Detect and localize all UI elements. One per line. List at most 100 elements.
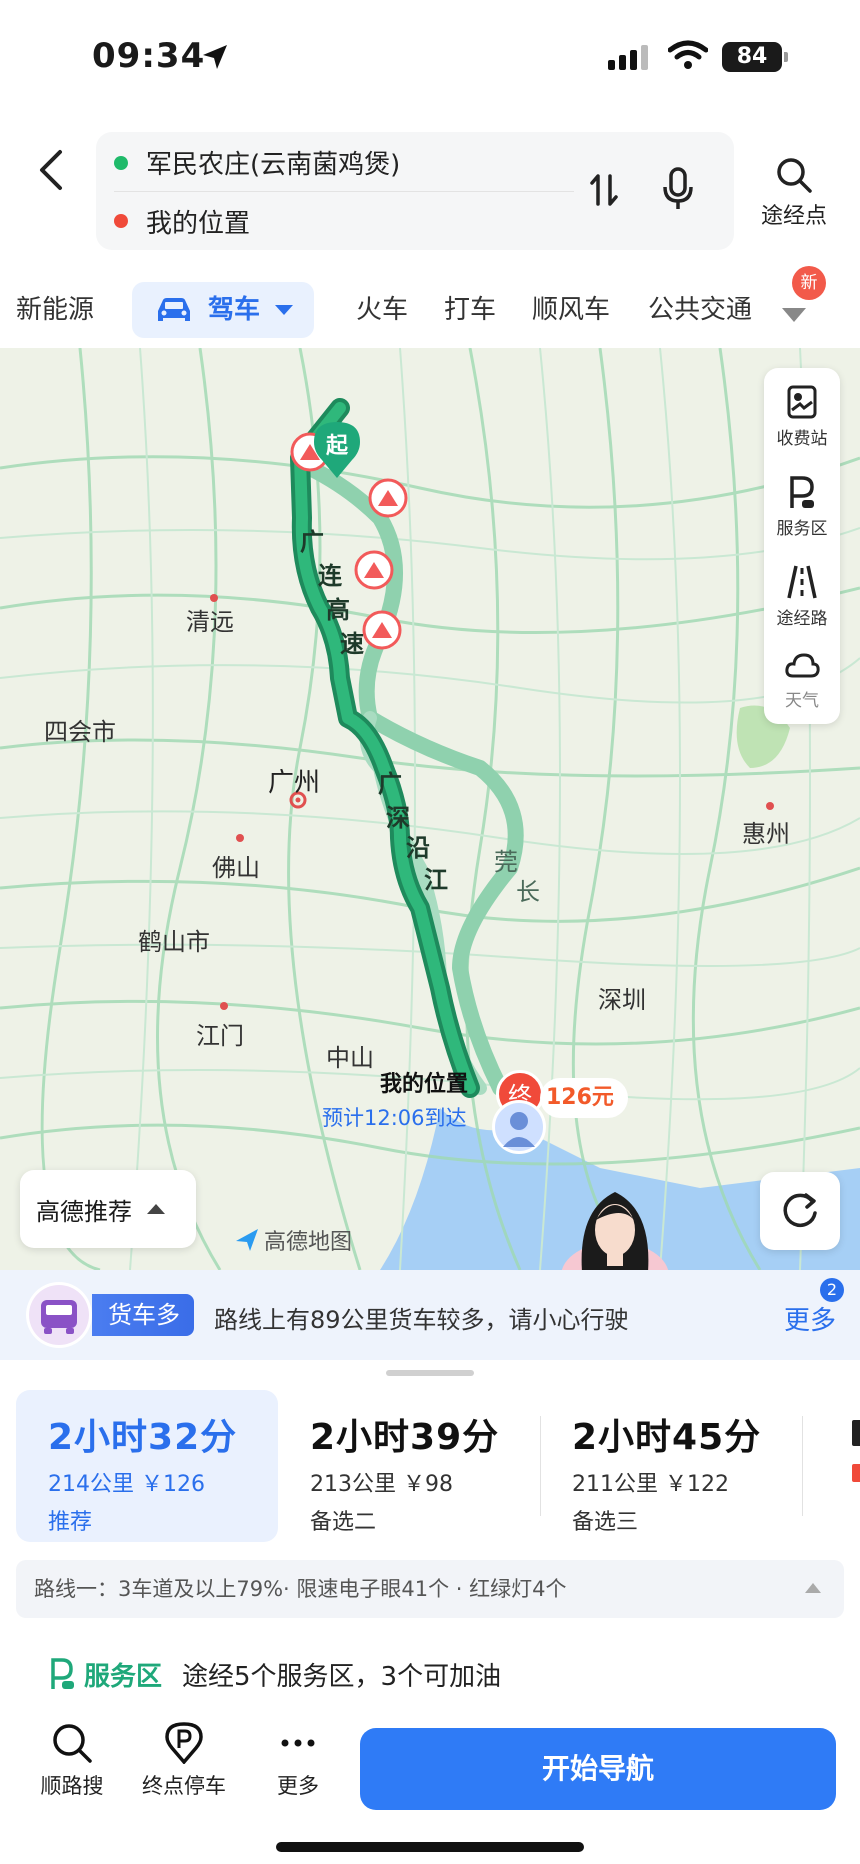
start-navigation-button[interactable]: 开始导航 [360,1728,836,1810]
city-label: 中山 [326,1044,374,1072]
route-road-label: 途经路 [776,609,828,629]
weather-button[interactable]: 天气 [764,650,840,711]
start-pin-label: 起 [325,434,348,459]
cellular-signal-icon [608,45,648,70]
assistant-portrait-icon [561,1192,669,1270]
city-label: 广州 [268,768,321,798]
destination-text: 我的位置 [146,208,251,239]
cloud-icon [785,653,820,678]
route-distance-cost: 213公里 ￥98 [310,1472,453,1497]
location-arrow-icon [203,45,227,69]
toll-station-button[interactable]: 收费站 [764,384,840,449]
tab-new-energy[interactable]: 新能源 [16,282,94,338]
refresh-icon [783,1193,817,1228]
city-label: 四会市 [44,718,116,746]
origin-text: 军民农庄(云南菌鸡煲) [146,150,401,180]
more-dots-icon [281,1739,315,1747]
route-input-box: 军民农庄(云南菌鸡煲) 我的位置 [96,132,734,250]
transport-mode-tabs: 新能源 驾车 火车 打车 顺风车 公共交通 [0,272,860,348]
tab-public-transit[interactable]: 公共交通 [648,282,752,338]
service-area-text: 途经5个服务区，3个可加油 [182,1661,502,1692]
add-waypoint-button[interactable]: 途经点 [754,156,834,236]
road-label: 高 [326,596,350,624]
tab-drive[interactable]: 驾车 [132,282,315,338]
route-distance-cost: 211公里 ￥122 [572,1472,729,1497]
card-divider [802,1416,803,1516]
tab-taxi[interactable]: 打车 [444,282,496,338]
road-label: 长 [516,878,540,906]
home-indicator [276,1842,584,1852]
swap-button[interactable] [582,168,626,212]
map-logo-text: 高德地图 [264,1230,353,1255]
route-duration: 2小时39分 [310,1417,500,1458]
more-options-button[interactable]: 更多 [250,1722,346,1800]
user-avatar-icon [503,1112,535,1147]
truck-warning-text: 路线上有89公里货车较多，请小心行驶 [214,1306,629,1334]
service-area-label: 服务区 [776,519,828,539]
wifi-icon [668,40,708,69]
route-summary-bar[interactable]: 路线一：3车道及以上79%· 限速电子眼41个 · 红绿灯4个 [16,1560,844,1618]
more-options-label: 更多 [277,1774,319,1798]
caret-up-icon [805,1583,821,1593]
battery-indicator: 84 [722,42,788,72]
parking-pin-icon [165,1722,203,1764]
truck-icon [26,1282,92,1348]
route-search-header: 军民农庄(云南菌鸡煲) 我的位置 途经点 [0,112,860,272]
truck-tag: 货车多 [92,1294,194,1336]
voice-assistant-avatar[interactable] [560,1180,670,1270]
weather-label: 天气 [785,691,819,711]
route-options-sheet: 2小时32分 214公里 ￥126 推荐 2小时39分 213公里 ￥98 备选… [0,1360,860,1708]
more-count-badge: 2 [820,1278,844,1302]
road-label: 莞 [494,848,518,876]
status-time: 09:34 [92,36,206,76]
route-road-button[interactable]: 途经路 [764,564,840,629]
caret-down-icon [275,305,294,315]
road-label: 江 [424,866,448,894]
search-along-route-label: 顺路搜 [40,1774,104,1798]
origin-field[interactable]: 军民农庄(云南菌鸡煲) [114,134,574,192]
route-option-card[interactable]: 2小时39分 213公里 ￥98 备选二 [278,1390,540,1542]
route-map[interactable]: 清远 四会市 广州 佛山 鹤山市 惠州 深圳 江门 中山 广 连 高 速 广 深… [0,348,860,1270]
toll-cost-tag: 126元 [540,1078,628,1118]
destination-parking-button[interactable]: 终点停车 [136,1722,232,1800]
voice-input-button[interactable] [656,164,700,214]
route-option-card[interactable]: 2小时45分 211公里 ￥122 备选三 [540,1390,802,1542]
route-distance-cost: 214公里 ￥126 [48,1472,205,1497]
next-route-card-edge[interactable] [852,1420,860,1482]
road-label: 沿 [406,834,430,862]
route-preference-button[interactable]: 高德推荐 [20,1170,196,1248]
search-along-route-button[interactable]: 顺路搜 [24,1722,120,1800]
refresh-route-button[interactable] [760,1172,840,1250]
city-label: 惠州 [742,820,790,848]
city-label: 佛山 [212,854,260,882]
truck-warning-banner[interactable]: 货车多 路线上有89公里货车较多，请小心行驶 更多 2 [0,1270,860,1360]
bottom-action-bar: 顺路搜 终点停车 更多 开始导航 [0,1708,860,1864]
destination-field[interactable]: 我的位置 [114,192,574,250]
new-badge: 新 [792,266,826,300]
toll-station-label: 收费站 [776,429,828,449]
tab-carpool[interactable]: 顺风车 [532,282,610,338]
service-area-row[interactable]: 服务区 途经5个服务区，3个可加油 [48,1652,501,1696]
route-preference-label: 高德推荐 [36,1197,132,1226]
back-button[interactable] [26,140,74,200]
road-icon [787,565,817,599]
search-icon [777,158,812,193]
microphone-icon [663,167,693,209]
tab-drive-label: 驾车 [208,295,261,325]
more-modes-chevron-icon[interactable] [774,294,814,334]
sheet-drag-handle[interactable] [386,1370,474,1376]
city-label: 鹤山市 [138,928,210,956]
origin-dot-icon [114,155,128,170]
road-label: 连 [318,562,342,590]
city-label: 江门 [196,1022,244,1050]
road-label: 广 [300,528,324,556]
route-duration: 2小时32分 [48,1417,238,1458]
user-location-avatar[interactable] [492,1100,546,1154]
route-option-card[interactable]: 2小时32分 214公里 ￥126 推荐 [16,1390,278,1542]
tab-train[interactable]: 火车 [356,282,408,338]
start-marker[interactable]: 起 [312,420,362,480]
service-area-button[interactable]: 服务区 [764,474,840,539]
city-label: 深圳 [598,986,646,1014]
route-summary-text: 路线一：3车道及以上79%· 限速电子眼41个 · 红绿灯4个 [34,1577,567,1601]
truck-more-link[interactable]: 更多 [784,1300,836,1337]
